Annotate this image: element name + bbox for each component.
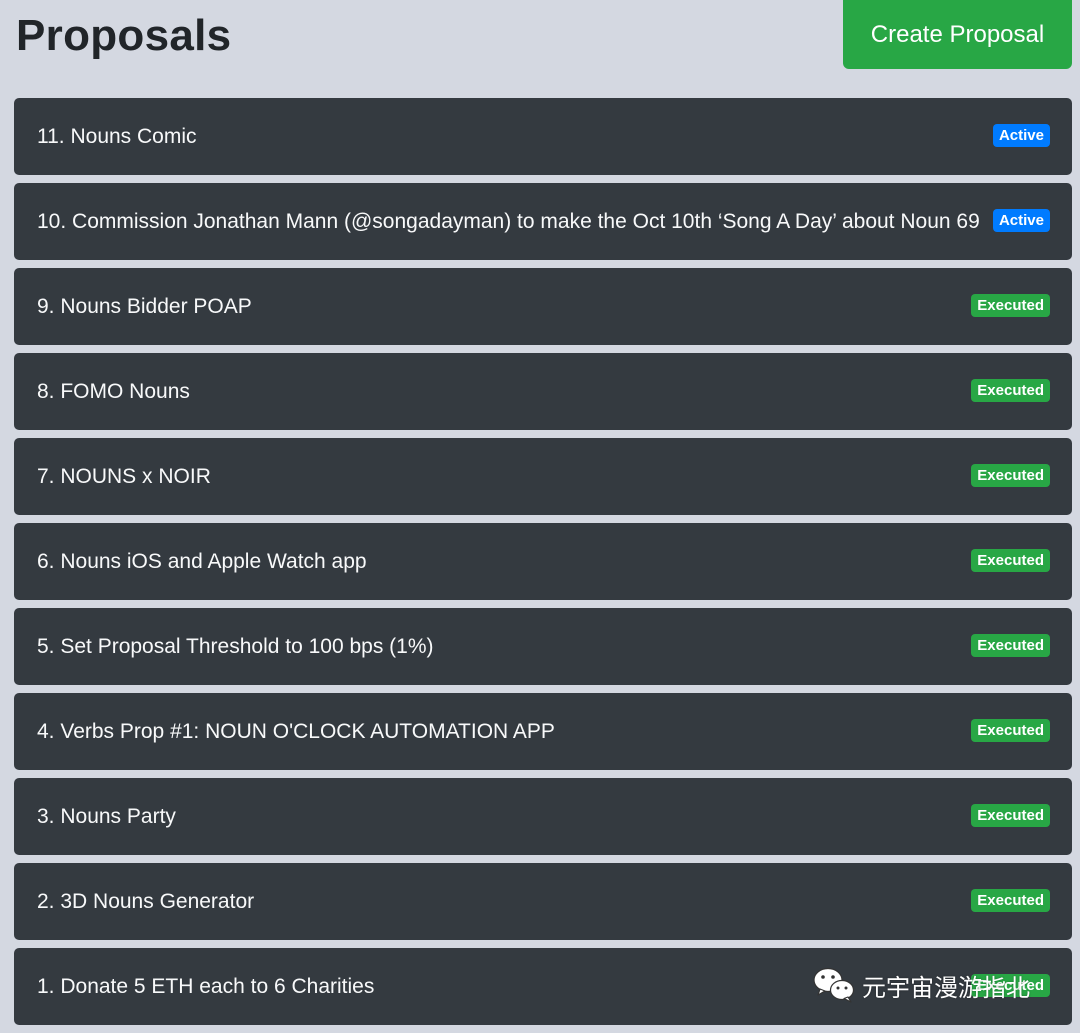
status-badge: Executed [971, 804, 1050, 827]
proposal-row-2[interactable]: 2. 3D Nouns Generator Executed [14, 863, 1072, 940]
proposal-title: 5. Set Proposal Threshold to 100 bps (1%… [37, 635, 434, 658]
proposal-row-8[interactable]: 8. FOMO Nouns Executed [14, 353, 1072, 430]
proposal-row-10[interactable]: 10. Commission Jonathan Mann (@songadaym… [14, 183, 1072, 260]
proposal-title: 10. Commission Jonathan Mann (@songadaym… [37, 210, 980, 233]
status-badge: Executed [971, 719, 1050, 742]
proposal-title: 3. Nouns Party [37, 805, 176, 828]
proposal-title: 8. FOMO Nouns [37, 380, 190, 403]
proposal-title: 9. Nouns Bidder POAP [37, 295, 252, 318]
proposal-row-9[interactable]: 9. Nouns Bidder POAP Executed [14, 268, 1072, 345]
proposal-row-3[interactable]: 3. Nouns Party Executed [14, 778, 1072, 855]
proposal-row-5[interactable]: 5. Set Proposal Threshold to 100 bps (1%… [14, 608, 1072, 685]
status-badge: Active [992, 124, 1050, 147]
status-badge: Active [992, 209, 1050, 232]
status-badge: Executed [971, 464, 1050, 487]
proposal-row-6[interactable]: 6. Nouns iOS and Apple Watch app Execute… [14, 523, 1072, 600]
status-badge: Executed [971, 634, 1050, 657]
page-title: Proposals [16, 11, 232, 60]
page-header: Proposals Create Proposal [0, 0, 1080, 90]
proposal-title: 11. Nouns Comic [37, 125, 197, 148]
proposal-list: 11. Nouns Comic Active 10. Commission Jo… [14, 98, 1072, 1033]
proposal-row-4[interactable]: 4. Verbs Prop #1: NOUN O'CLOCK AUTOMATIO… [14, 693, 1072, 770]
proposal-row-1[interactable]: 1. Donate 5 ETH each to 6 Charities Exec… [14, 948, 1072, 1025]
proposal-title: 4. Verbs Prop #1: NOUN O'CLOCK AUTOMATIO… [37, 720, 555, 743]
proposal-title: 6. Nouns iOS and Apple Watch app [37, 550, 367, 573]
status-badge: Executed [971, 889, 1050, 912]
proposal-title: 7. NOUNS x NOIR [37, 465, 211, 488]
proposal-row-7[interactable]: 7. NOUNS x NOIR Executed [14, 438, 1072, 515]
proposal-title: 2. 3D Nouns Generator [37, 890, 255, 913]
status-badge: Executed [971, 974, 1050, 997]
status-badge: Executed [971, 379, 1050, 402]
status-badge: Executed [971, 549, 1050, 572]
status-badge: Executed [971, 294, 1050, 317]
create-proposal-button[interactable]: Create Proposal [843, 0, 1072, 69]
proposal-row-11[interactable]: 11. Nouns Comic Active [14, 98, 1072, 175]
proposal-title: 1. Donate 5 ETH each to 6 Charities [37, 975, 375, 998]
